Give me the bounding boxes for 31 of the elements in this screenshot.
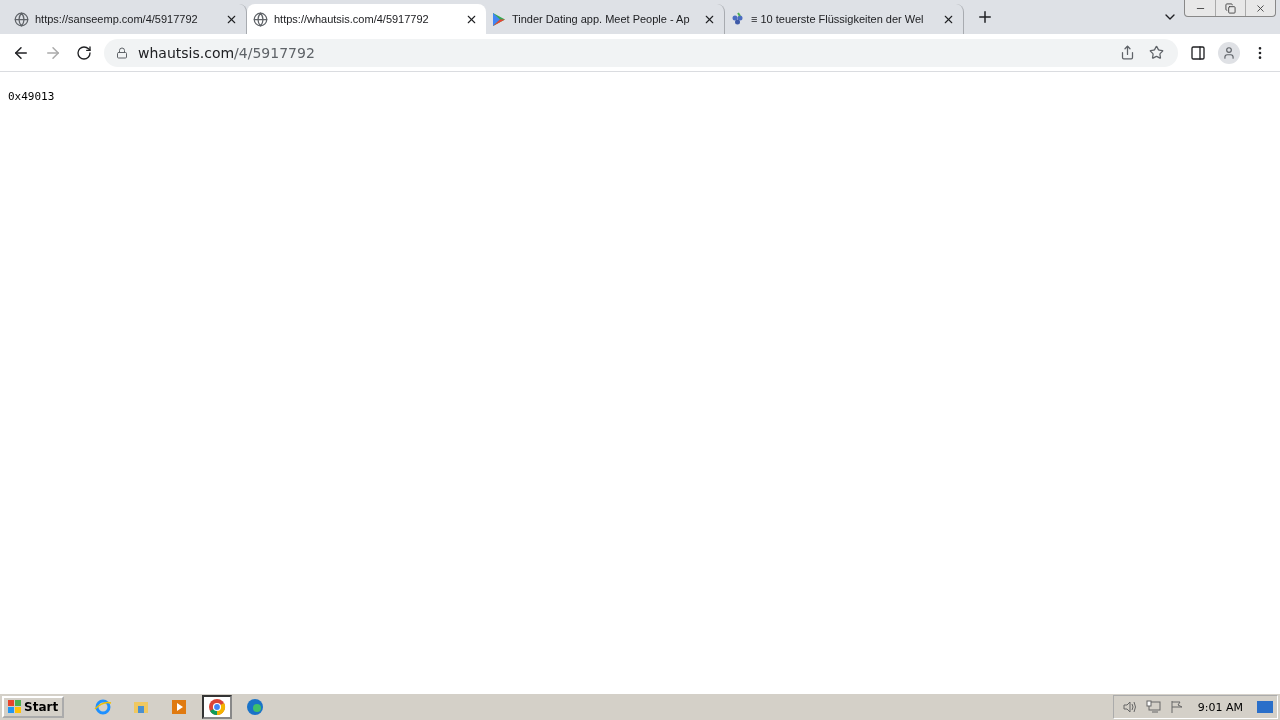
taskbar-app-button[interactable] <box>202 695 233 719</box>
flag-icon[interactable] <box>1169 700 1184 714</box>
media-player-icon <box>170 698 189 716</box>
speaker-icon[interactable] <box>1121 700 1138 714</box>
person-icon <box>1222 45 1236 60</box>
lock-icon <box>116 46 128 59</box>
start-button[interactable]: Start <box>2 696 65 718</box>
star-icon <box>1149 45 1164 60</box>
close-icon <box>1255 2 1266 14</box>
ie-icon <box>94 698 113 716</box>
plus-icon <box>976 8 994 26</box>
globe-icon <box>14 11 29 27</box>
page-text: 0x49013 <box>8 90 55 103</box>
grapes-icon <box>731 11 745 27</box>
url-text: whautsis.com/4/5917792 <box>138 44 316 61</box>
share-icon <box>1120 45 1135 60</box>
network-icon[interactable] <box>1145 700 1162 714</box>
restore-icon <box>1225 2 1236 14</box>
profile-avatar[interactable] <box>1218 41 1240 64</box>
globe-icon <box>253 11 268 27</box>
edge-icon <box>246 698 265 716</box>
show-desktop-icon[interactable] <box>1257 700 1273 714</box>
address-bar[interactable]: whautsis.com/4/5917792 <box>104 38 1178 67</box>
play-icon <box>492 11 506 27</box>
browser-tab[interactable]: https://whautsis.com/4/5917792 <box>247 4 486 34</box>
windows-logo-icon <box>8 700 22 714</box>
clock-text: 9:01 AM <box>1197 700 1243 714</box>
reload-icon <box>76 44 92 61</box>
chrome-icon <box>208 698 227 716</box>
side-panel-icon <box>1190 44 1206 61</box>
bookmark-star-button[interactable] <box>1147 43 1166 62</box>
